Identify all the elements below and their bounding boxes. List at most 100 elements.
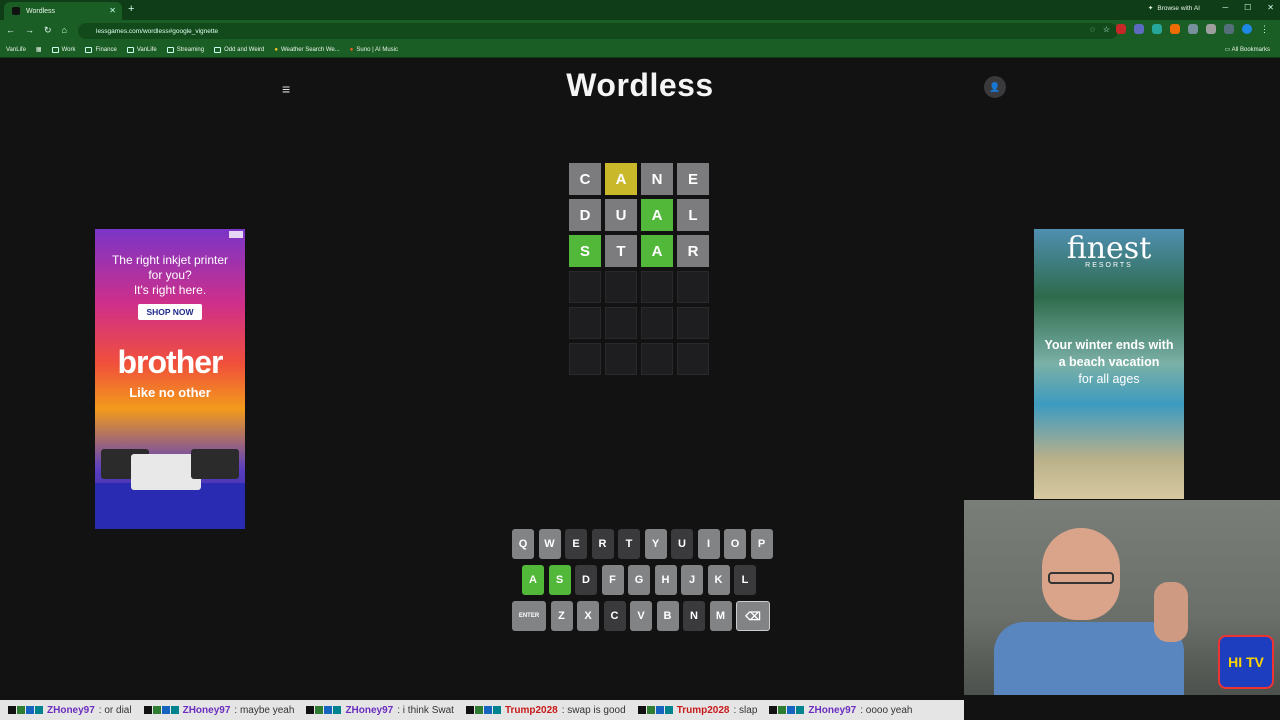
key-a[interactable]: A: [522, 565, 544, 595]
key-x[interactable]: X: [577, 601, 599, 631]
grid-tile-empty: [677, 271, 709, 303]
chat-badge-icon: [143, 706, 179, 714]
key-e[interactable]: E: [565, 529, 587, 559]
chat-message: ZHoney97: maybe yeah: [143, 704, 294, 716]
extension-icon[interactable]: [1116, 24, 1126, 34]
chat-message: Trump2028: slap: [637, 704, 758, 716]
extension-icon[interactable]: [1188, 24, 1198, 34]
bookmark-folder-finance[interactable]: Finance: [85, 46, 117, 53]
shop-now-button[interactable]: SHOP NOW: [138, 304, 202, 320]
page-title: Wordless: [566, 67, 714, 103]
key-w[interactable]: W: [538, 529, 561, 559]
key-j[interactable]: J: [681, 565, 703, 595]
chat-message: ZHoney97: i think Swat: [306, 705, 454, 716]
key-y[interactable]: Y: [644, 529, 667, 559]
folder-icon: [126, 46, 134, 53]
key-b[interactable]: B: [656, 601, 679, 631]
bookmark-weather-search[interactable]: ● Weather Search We...: [274, 47, 339, 53]
bookmark-folder-streaming[interactable]: Streaming: [166, 46, 204, 53]
key-s[interactable]: S: [548, 565, 571, 595]
chat-message: Trump2028: swap is good: [465, 705, 626, 716]
weather-icon: ●: [274, 46, 278, 53]
key-f[interactable]: F: [601, 565, 624, 595]
brother-printer-ad[interactable]: The right inkjet printer for you? It's r…: [95, 229, 245, 529]
key-g[interactable]: G: [628, 565, 650, 595]
apps-grid-icon[interactable]: ▦: [36, 46, 42, 53]
new-tab-icon[interactable]: +: [128, 3, 134, 15]
browse-with-ai-button[interactable]: ✦ Browse with AI: [1148, 4, 1200, 13]
key-d[interactable]: D: [575, 565, 597, 595]
side-panel-icon[interactable]: [1224, 24, 1234, 34]
bookmark-vanlife-app[interactable]: VanLife: [6, 47, 26, 53]
chat-username: ZHoney97: [182, 704, 231, 716]
folder-icon: [51, 46, 59, 53]
bookmark-folder-odd-and-weird[interactable]: Odd and Weird: [214, 46, 264, 53]
key-i[interactable]: I: [697, 529, 720, 559]
grid-tile-empty: [569, 307, 601, 339]
extension-icon[interactable]: [1152, 24, 1162, 34]
chat-text: : or dial: [98, 704, 132, 716]
home-icon[interactable]: ⌂: [62, 25, 67, 36]
close-window-icon[interactable]: ✕: [1267, 3, 1274, 12]
puzzle-icon[interactable]: [1206, 24, 1216, 34]
key-k[interactable]: K: [707, 565, 730, 595]
extension-icon[interactable]: [1170, 24, 1180, 34]
chat-username: ZHoney97: [808, 704, 857, 716]
keyboard-row-3: ENTER Z X C V B N M ⌫: [512, 601, 770, 631]
tab-bar: Wordless ✕ + ✦ Browse with AI ─ ☐ ✕: [0, 0, 1280, 20]
profile-avatar-icon[interactable]: [1242, 24, 1252, 34]
key-t[interactable]: T: [618, 529, 640, 559]
grid-tile-u: U: [605, 199, 637, 231]
key-v[interactable]: V: [630, 601, 652, 631]
address-bar-row: ← → ↻ ⌂ lessgames.com/wordless#google_vi…: [0, 20, 1280, 42]
folder-icon: [166, 46, 174, 53]
key-u[interactable]: U: [671, 529, 693, 559]
adchoices-icon[interactable]: [229, 231, 243, 238]
key-n[interactable]: N: [683, 601, 705, 631]
browser-tab[interactable]: Wordless ✕: [4, 2, 122, 20]
extensions-area: ⋮: [1116, 24, 1270, 34]
minimize-icon[interactable]: ─: [1222, 3, 1228, 12]
reload-icon[interactable]: ↻: [44, 25, 52, 36]
grid-tile-d: D: [569, 199, 601, 231]
maximize-icon[interactable]: ☐: [1244, 3, 1251, 12]
extension-icon[interactable]: [1134, 24, 1144, 34]
bookmark-star-icon[interactable]: ☆: [1103, 25, 1110, 34]
back-icon[interactable]: ←: [6, 25, 15, 36]
chat-badge-icon: [465, 706, 501, 714]
folder-icon: [85, 46, 93, 53]
key-c[interactable]: C: [603, 601, 626, 631]
key-h[interactable]: H: [654, 565, 677, 595]
kebab-menu-icon[interactable]: ⋮: [1260, 24, 1270, 34]
enter-key[interactable]: ENTER: [512, 601, 546, 631]
key-l[interactable]: L: [734, 565, 756, 595]
finest-resorts-ad[interactable]: finest RESORTS Your winter ends with a b…: [1034, 229, 1184, 499]
chat-badge-icon: [769, 706, 805, 714]
all-bookmarks-button[interactable]: ▭ All Bookmarks: [1225, 46, 1270, 53]
bookmark-folder-work[interactable]: Work: [51, 46, 75, 53]
eye-off-icon[interactable]: ◌: [1090, 25, 1095, 34]
bookmark-folder-vanlife[interactable]: VanLife: [126, 46, 157, 53]
key-r[interactable]: R: [591, 529, 614, 559]
grid-tile-n: N: [641, 163, 673, 195]
grid-tile-a: A: [641, 235, 673, 267]
wordless-favicon-icon: [12, 7, 20, 15]
bookmark-suno[interactable]: ● Suno | AI Music: [350, 47, 398, 53]
key-q[interactable]: Q: [512, 529, 534, 559]
user-profile-icon[interactable]: 👤: [984, 76, 1006, 98]
chat-text: : slap: [733, 704, 758, 716]
key-o[interactable]: O: [724, 529, 746, 559]
chat-username: ZHoney97: [47, 704, 95, 716]
folder-icon: ▭: [1224, 47, 1232, 53]
url-input[interactable]: lessgames.com/wordless#google_vignette: [78, 23, 1118, 39]
backspace-key[interactable]: ⌫: [736, 601, 770, 631]
close-tab-icon[interactable]: ✕: [109, 6, 116, 15]
key-m[interactable]: M: [709, 601, 732, 631]
chat-username: Trump2028: [676, 704, 730, 716]
key-z[interactable]: Z: [550, 601, 573, 631]
grid-tile-empty: [569, 271, 601, 303]
chat-ticker: ZHoney97: or dial ZHoney97: maybe yeah ZHo…: [0, 700, 964, 720]
bookmarks-bar: VanLife ▦ Work Finance VanLife Streaming…: [0, 42, 1280, 58]
key-p[interactable]: P: [750, 529, 773, 559]
forward-icon[interactable]: →: [25, 25, 34, 36]
